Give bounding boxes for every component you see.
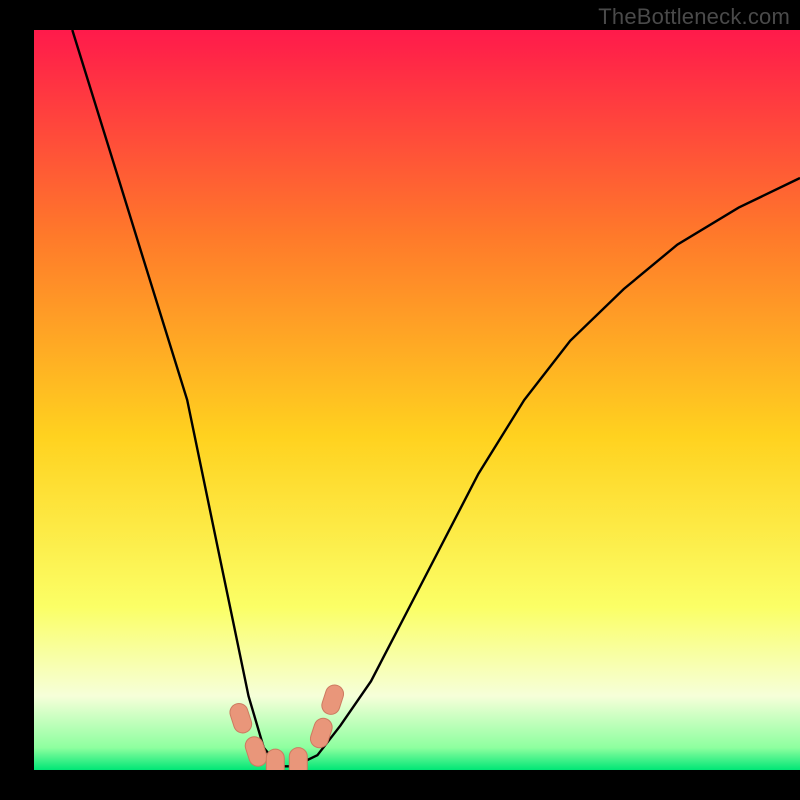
chart-frame: TheBottleneck.com <box>0 0 800 800</box>
bottleneck-chart <box>0 0 800 800</box>
frame-bottom <box>0 770 800 800</box>
plot-background <box>34 30 800 770</box>
frame-left <box>0 0 34 800</box>
watermark-text: TheBottleneck.com <box>598 4 790 30</box>
